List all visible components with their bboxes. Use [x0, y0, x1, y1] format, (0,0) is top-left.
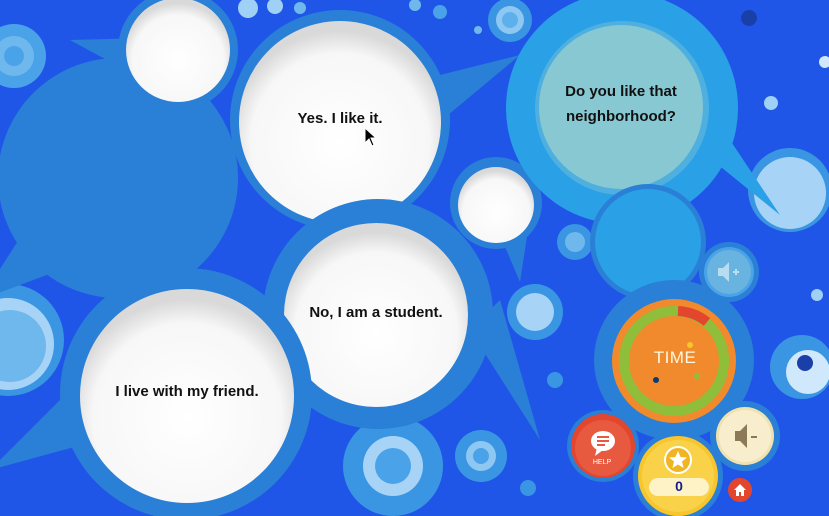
help-label: HELP	[592, 459, 612, 466]
timer-label: TIME	[653, 348, 697, 367]
answer-bubble-live[interactable]: I live with my friend.	[90, 373, 284, 409]
help-button[interactable]	[571, 414, 635, 478]
speech-bubble-icon	[591, 431, 615, 456]
answer-bubble-empty-small[interactable]	[458, 167, 534, 243]
answer-bubble-no[interactable]: No, I am a student.	[290, 294, 462, 330]
answer-bubble-empty-top[interactable]	[126, 0, 230, 102]
volume-down-button[interactable]	[718, 409, 772, 463]
speaker-plus-icon	[718, 262, 739, 282]
answer-bubble-yes[interactable]: Yes. I like it.	[250, 100, 430, 136]
score-value: 0	[675, 478, 683, 494]
volume-up-button[interactable]	[704, 247, 754, 297]
game-scene: Do you like that neighborhood? Yes. I li…	[0, 0, 829, 516]
question-line-2: neighborhood?	[566, 108, 676, 125]
question-line-1: Do you like that	[565, 83, 677, 100]
speaker-minus-icon	[735, 424, 757, 448]
home-icon	[734, 484, 746, 496]
score-badge	[638, 436, 718, 516]
home-button[interactable]	[728, 478, 752, 502]
mouse-cursor-icon	[364, 127, 378, 147]
question-bubble: Do you like that neighborhood?	[540, 78, 702, 130]
answer-label: I live with my friend.	[115, 382, 259, 400]
answer-label: No, I am a student.	[309, 303, 443, 321]
star-icon	[664, 446, 692, 474]
